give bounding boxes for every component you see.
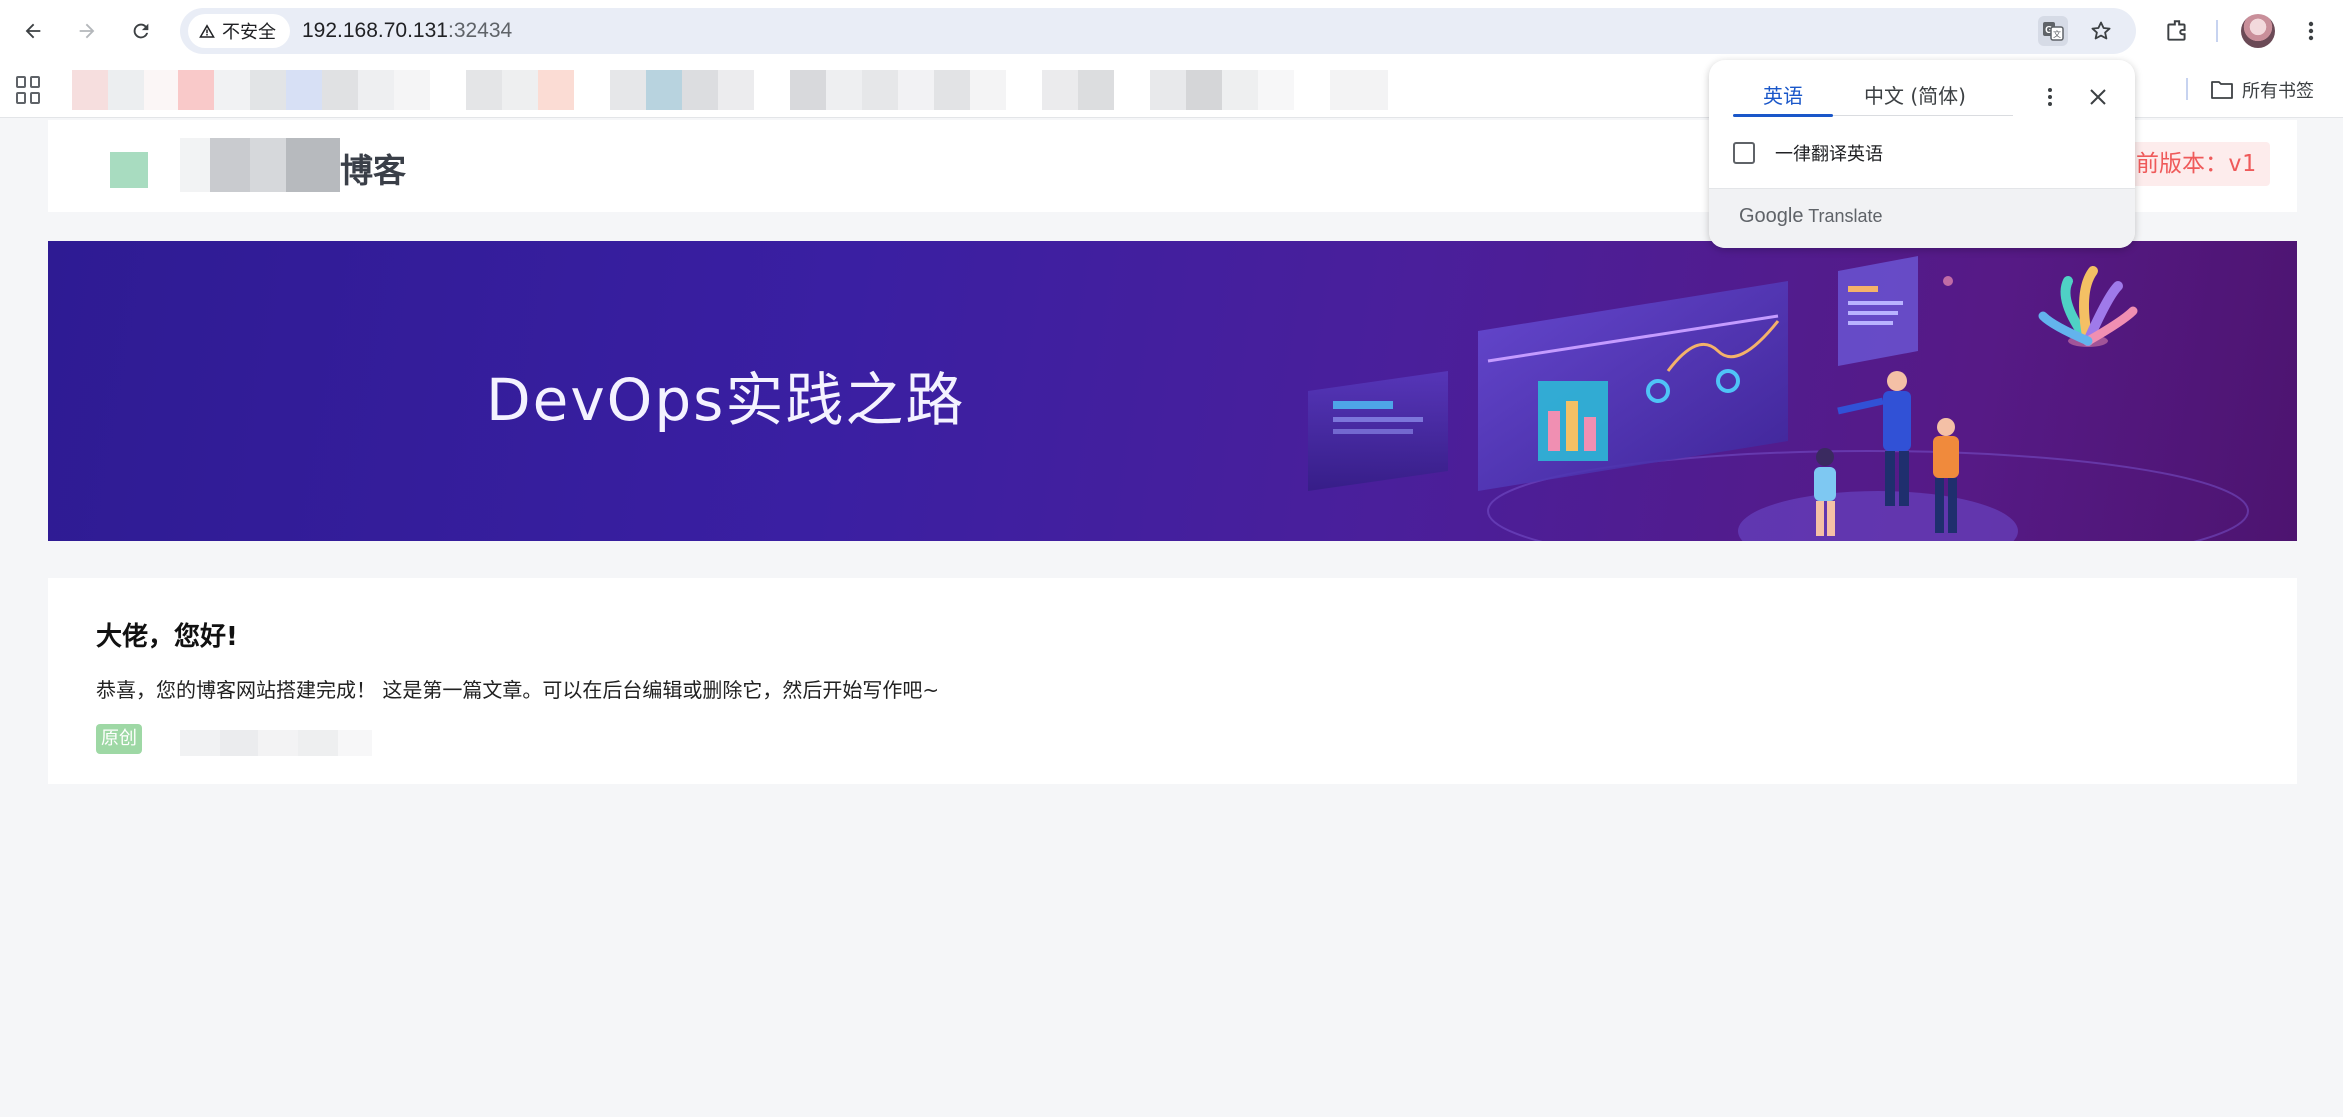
always-translate-checkbox[interactable] bbox=[1733, 142, 1755, 164]
arrow-left-icon bbox=[25, 23, 41, 39]
profile-avatar[interactable] bbox=[2241, 14, 2275, 48]
star-icon bbox=[2091, 21, 2111, 40]
tabs-divider bbox=[1833, 115, 2013, 116]
banner-illustration bbox=[1308, 256, 2249, 541]
security-label: 不安全 bbox=[222, 22, 276, 43]
arrow-right-icon bbox=[79, 23, 95, 39]
svg-text:文: 文 bbox=[2053, 29, 2061, 39]
apps-grid-icon[interactable] bbox=[16, 76, 44, 104]
translate-icon: G 文 bbox=[2043, 22, 2064, 41]
always-translate-label[interactable]: 一律翻译英语 bbox=[1775, 140, 1883, 166]
site-name-blurred bbox=[180, 138, 340, 192]
url-host: 192.168.70.131 bbox=[302, 19, 448, 42]
translate-button[interactable]: G 文 bbox=[2038, 16, 2068, 46]
site-logo[interactable] bbox=[110, 152, 148, 188]
kebab-menu-icon bbox=[2048, 88, 2052, 106]
reload-icon bbox=[133, 23, 149, 39]
site-title[interactable]: 博客 bbox=[340, 144, 406, 192]
bookmarks-divider bbox=[2186, 78, 2188, 100]
translate-popup: 英语 中文 (简体) 一律翻译英语 Google Translate bbox=[1709, 60, 2135, 248]
close-icon bbox=[2090, 89, 2106, 105]
browser-toolbar: 不安全 192.168.70.131:32434 G 文 bbox=[0, 0, 2343, 62]
forward-button[interactable] bbox=[68, 12, 106, 50]
back-button[interactable] bbox=[14, 12, 52, 50]
reload-button[interactable] bbox=[122, 12, 160, 50]
tab-source-language[interactable]: 英语 bbox=[1763, 78, 1803, 118]
url-port: :32434 bbox=[447, 19, 513, 42]
all-bookmarks-button[interactable]: 所有书签 bbox=[2210, 72, 2314, 108]
translate-close-button[interactable] bbox=[2081, 80, 2115, 114]
translate-popup-footer: Google Translate bbox=[1709, 188, 2135, 248]
url-text[interactable]: 192.168.70.131:32434 bbox=[302, 8, 512, 54]
post-card: 大佬，您好! 恭喜，您的博客网站搭建完成！ 这是第一篇文章。可以在后台编辑或删除… bbox=[48, 578, 2297, 784]
bookmark-items-blurred[interactable] bbox=[72, 70, 1390, 110]
tab-target-language[interactable]: 中文 (简体) bbox=[1864, 78, 1966, 118]
post-excerpt: 恭喜，您的博客网站搭建完成！ 这是第一篇文章。可以在后台编辑或删除它，然后开始写… bbox=[96, 678, 940, 702]
post-title[interactable]: 大佬，您好! bbox=[96, 616, 238, 653]
puzzle-icon bbox=[2167, 20, 2186, 41]
address-bar[interactable]: 不安全 192.168.70.131:32434 G 文 bbox=[180, 8, 2136, 54]
post-tag-original: 原创 bbox=[96, 724, 142, 754]
bookmark-star-button[interactable] bbox=[2086, 16, 2116, 46]
banner-title: DevOps实践之路 bbox=[486, 366, 966, 434]
hero-banner: DevOps实践之路 bbox=[48, 241, 2297, 541]
translate-options-button[interactable] bbox=[2035, 80, 2065, 114]
all-bookmarks-label: 所有书签 bbox=[2242, 81, 2314, 102]
folder-icon bbox=[2211, 81, 2233, 99]
google-translate-brand: Google Translate bbox=[1739, 205, 1883, 228]
brand-google: Google bbox=[1739, 205, 1804, 227]
post-meta-blurred bbox=[180, 730, 372, 756]
kebab-menu-icon bbox=[2308, 21, 2314, 41]
version-badge: 前版本：v1 bbox=[2122, 142, 2270, 186]
extensions-button[interactable] bbox=[2160, 14, 2194, 48]
active-tab-indicator bbox=[1733, 114, 1833, 117]
warning-icon bbox=[199, 24, 215, 38]
toolbar-divider bbox=[2216, 20, 2218, 42]
security-chip[interactable]: 不安全 bbox=[188, 14, 290, 48]
browser-menu-button[interactable] bbox=[2294, 14, 2328, 48]
brand-translate: Translate bbox=[1808, 206, 1883, 226]
